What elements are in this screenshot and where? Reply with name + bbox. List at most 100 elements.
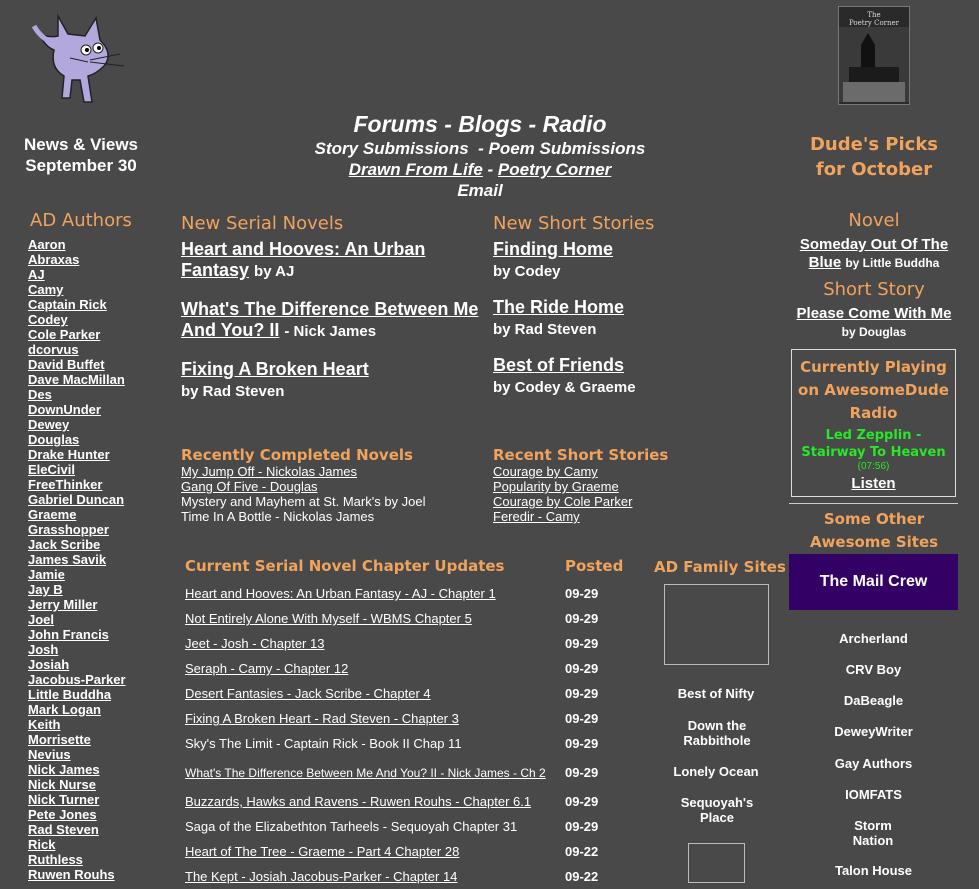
author-link[interactable]: Abraxas [28,252,79,267]
author-link[interactable]: FreeThinker [28,477,102,492]
serial-novel-link[interactable]: Fixing A Broken Heart [181,359,369,379]
author-link[interactable]: Josh [28,642,58,657]
nav-poem-submissions[interactable]: Poem Submissions [489,139,646,158]
author-link[interactable]: Pete Jones [28,807,97,822]
author-link[interactable]: Dewey [28,417,69,432]
update-date: 09-29 [565,765,599,780]
update-link[interactable]: Buzzards, Hawks and Ravens - Ruwen Rouhs… [185,794,531,809]
author-item: Pete Jones [28,807,168,822]
author-link[interactable]: Nick Nurse [28,777,96,792]
author-link[interactable]: Codey [28,312,68,327]
short-story-link[interactable]: Finding Home [493,239,613,259]
serial-novel-item: What's The Difference Between Me And You… [181,299,481,342]
author-link[interactable]: Camy [28,282,63,297]
other-site-link[interactable]: IOMFATS [789,787,958,802]
family-site-image[interactable] [688,843,745,883]
author-link[interactable]: John Francis [28,627,109,642]
family-site-image[interactable] [664,584,769,665]
author-link[interactable]: Jerry Miller [28,597,97,612]
listen-link[interactable]: Listen [851,475,895,492]
author-link[interactable]: Jamie [28,567,65,582]
author-link[interactable]: Rick [28,837,55,852]
author-item: Mark Logan [28,702,168,717]
recent-short-link[interactable]: Feredir - Camy [493,509,693,524]
other-site-link[interactable]: DaBeagle [789,693,958,708]
other-site-link[interactable]: Archerland [789,631,958,646]
update-text: Saga of the Elizabethton Tarheels - Sequ… [185,819,518,834]
recent-short-link[interactable]: Courage by Camy [493,464,693,479]
recent-short-link[interactable]: Popularity by Graeme [493,479,693,494]
update-link[interactable]: Heart of The Tree - Graeme - Part 4 Chap… [185,844,459,859]
author-link[interactable]: Aaron [28,237,66,252]
author-link[interactable]: Keith [28,717,61,732]
nav-forums[interactable]: Forums [353,111,437,137]
author-link[interactable]: Nick James [28,762,100,777]
family-site-link[interactable]: Lonely Ocean [655,764,777,779]
nav-radio[interactable]: Radio [543,111,607,137]
author-link[interactable]: DownUnder [28,402,101,417]
author-link[interactable]: Mark Logan [28,702,101,717]
update-link[interactable]: Not Entirely Alone With Myself - WBMS Ch… [185,611,472,626]
author-link[interactable]: Joel [28,612,54,627]
update-link[interactable]: Seraph - Camy - Chapter 12 [185,661,348,676]
update-link[interactable]: What's The Difference Between Me And You… [185,767,557,780]
other-site-link[interactable]: DeweyWriter [789,724,958,739]
serial-novel-link[interactable]: Heart and Hooves: An Urban Fantasy [181,239,425,280]
author-link[interactable]: Graeme [28,507,76,522]
author-link[interactable]: dcorvus [28,342,79,357]
nav-blogs[interactable]: Blogs [458,111,522,137]
author-link[interactable]: Grasshopper [28,522,109,537]
author-link[interactable]: Des [28,387,52,402]
author-link[interactable]: Morrisette [28,732,91,747]
nav-email[interactable]: Email [457,181,502,200]
author-link[interactable]: Jacobus-Parker [28,672,126,687]
author-link[interactable]: Little Buddha [28,687,111,702]
completed-novel-link[interactable]: My Jump Off - Nickolas James [181,464,481,479]
update-link[interactable]: Heart and Hooves: An Urban Fantasy - AJ … [185,586,496,601]
author-link[interactable]: Nevius [28,747,71,762]
author-link[interactable]: Gabriel Duncan [28,492,124,507]
nav-drawn-from-life[interactable]: Drawn From Life [349,160,483,179]
author-item: Douglas [28,432,168,447]
author-link[interactable]: Ruwen Rouhs [28,867,115,882]
update-link[interactable]: Fixing A Broken Heart - Rad Steven - Cha… [185,711,459,726]
family-site-link[interactable]: Best of Nifty [655,686,777,701]
author-link[interactable]: Rad Steven [28,822,99,837]
update-link[interactable]: The Kept - Josiah Jacobus-Parker - Chapt… [185,869,457,884]
author-link[interactable]: Cole Parker [28,327,100,342]
dudes-picks-line2: for October [815,159,933,180]
author-link[interactable]: David Buffet [28,357,105,372]
mail-crew-banner[interactable]: The Mail Crew [789,554,958,610]
family-site-link[interactable]: Sequoyah's Place [672,795,762,825]
author-link[interactable]: EleCivil [28,462,75,477]
other-site-link[interactable]: Storm Nation [840,818,906,848]
author-link[interactable]: Jack Scribe [28,537,100,552]
update-link[interactable]: Jeet - Josh - Chapter 13 [185,636,324,651]
author-link[interactable]: Drake Hunter [28,447,110,462]
author-link[interactable]: Josiah [28,657,69,672]
update-link[interactable]: Desert Fantasies - Jack Scribe - Chapter… [185,686,431,701]
other-site-link[interactable]: CRV Boy [789,662,958,677]
nav-story-submissions[interactable]: Story Submissions [315,139,469,158]
author-link[interactable]: Ruthless [28,852,83,867]
author-link[interactable]: AJ [28,267,45,282]
short-story-link[interactable]: The Ride Home [493,297,624,317]
other-site-link[interactable]: Gay Authors [789,756,958,771]
author-link[interactable]: James Savik [28,552,106,567]
completed-novel-link[interactable]: Gang Of Five - Douglas [181,479,481,494]
serial-novel-item: Heart and Hooves: An Urban Fantasy by AJ [181,239,481,282]
other-site-link[interactable]: Talon House [789,863,958,878]
poetry-corner-image[interactable]: The Poetry Corner [838,6,910,105]
author-link[interactable]: Dave MacMillan [28,372,125,387]
author-link[interactable]: Captain Rick [28,297,107,312]
author-item: FreeThinker [28,477,168,492]
author-item: Josiah [28,657,168,672]
family-site-link[interactable]: Down the Rabbithole [672,718,762,748]
recent-short-link[interactable]: Courage by Cole Parker [493,494,693,509]
pick-short-link[interactable]: Please Come With Me [797,305,952,322]
nav-poetry-corner[interactable]: Poetry Corner [498,160,611,179]
author-link[interactable]: Nick Turner [28,792,99,807]
short-story-link[interactable]: Best of Friends [493,355,624,375]
author-link[interactable]: Douglas [28,432,79,447]
author-link[interactable]: Jay B [28,582,63,597]
